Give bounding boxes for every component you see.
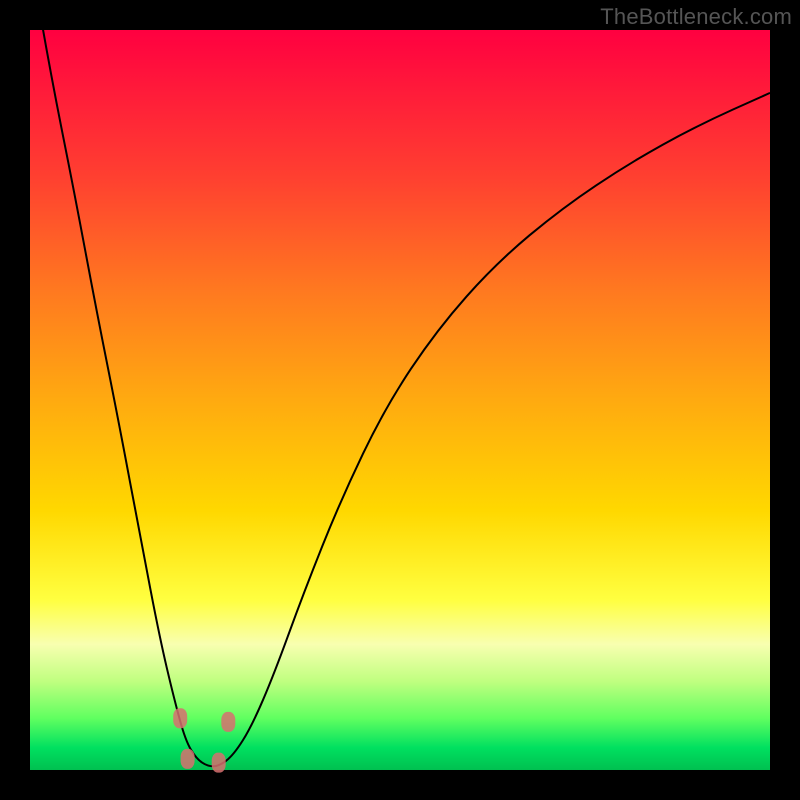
curve-svg	[30, 30, 770, 770]
curve-marker	[212, 753, 226, 773]
bottleneck-curve	[30, 0, 770, 766]
curve-marker	[173, 708, 187, 728]
curve-marker	[221, 712, 235, 732]
curve-marker	[181, 749, 195, 769]
watermark-text: TheBottleneck.com	[600, 4, 792, 30]
chart-frame: TheBottleneck.com	[0, 0, 800, 800]
plot-area	[30, 30, 770, 770]
